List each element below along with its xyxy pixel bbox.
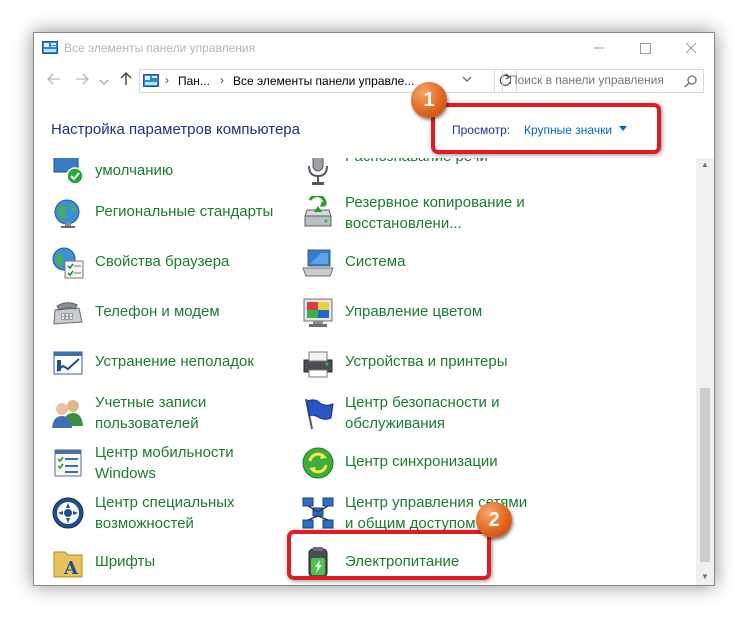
item-label: Региональные стандарты — [95, 203, 274, 220]
items-list: умолчанию Региональные стандарты Свойств… — [34, 158, 696, 585]
highlight-power-options — [287, 530, 491, 580]
phone-modem-icon — [53, 302, 83, 325]
ease-of-access-icon — [52, 497, 84, 529]
troubleshooting-icon — [53, 351, 83, 375]
recent-locations-button[interactable] — [96, 74, 112, 92]
item-label: Свойства браузера — [95, 253, 230, 270]
arrow-right-icon — [76, 73, 89, 85]
scroll-down-icon[interactable]: ▼ — [700, 572, 710, 581]
breadcrumb-separator-icon[interactable]: › — [220, 73, 224, 87]
title-bar[interactable]: Все элементы панели управления — [34, 33, 714, 63]
devices-printers-icon — [303, 351, 333, 378]
speech-recognition-icon — [308, 158, 328, 185]
sync-center-icon — [302, 447, 334, 479]
network-sharing-icon — [302, 497, 334, 529]
svg-text:A: A — [63, 558, 79, 579]
back-button[interactable] — [46, 72, 62, 91]
item-label: Центр синхронизации — [345, 453, 498, 470]
breadcrumb-separator-icon[interactable]: › — [165, 73, 169, 87]
mobility-center-icon — [54, 449, 82, 477]
color-management-icon — [303, 298, 333, 327]
item-label: Устранение неполадок — [95, 353, 254, 370]
item-label: пользователей — [95, 415, 199, 432]
maximize-icon — [640, 43, 651, 54]
search-icon — [684, 75, 697, 88]
up-button[interactable] — [118, 72, 134, 91]
control-panel-icon — [42, 41, 58, 54]
step-badge-2: 2 — [476, 502, 512, 538]
item-label: Управление цветом — [345, 303, 483, 320]
search-box[interactable] — [502, 69, 704, 93]
item-label: Система — [345, 253, 406, 270]
item-label: Windows — [95, 465, 156, 482]
item-label: возможностей — [95, 515, 194, 532]
chevron-down-icon — [99, 79, 109, 85]
item-label: Центр мобильности — [95, 444, 234, 461]
item-label: Резервное копирование и — [345, 194, 525, 211]
item-label: Устройства и принтеры — [345, 353, 508, 370]
scroll-up-icon[interactable]: ▲ — [700, 160, 710, 169]
scrollbar-thumb[interactable] — [700, 388, 710, 562]
item-label: восстановлени... — [345, 215, 462, 232]
step-badge-1: 1 — [411, 82, 447, 118]
close-button[interactable] — [668, 33, 714, 63]
chevron-down-icon — [462, 76, 472, 82]
arrow-up-icon — [120, 72, 132, 85]
backup-restore-icon — [304, 196, 332, 227]
system-icon — [302, 249, 334, 277]
item-label: Центр безопасности и — [345, 394, 500, 411]
fonts-icon: A — [53, 551, 83, 579]
item-label: обслуживания — [345, 415, 446, 432]
default-programs-icon — [53, 158, 84, 185]
internet-options-icon — [52, 247, 84, 279]
forward-button[interactable] — [74, 72, 90, 91]
item-label: Распознавание речи — [345, 158, 488, 167]
maximize-button[interactable] — [622, 33, 668, 63]
breadcrumb-all-items[interactable]: Все элементы панели управле... — [233, 74, 414, 88]
breadcrumb-control-panel[interactable]: Пан... — [178, 74, 210, 88]
minimize-button[interactable] — [576, 33, 622, 63]
item-label: умолчанию — [95, 162, 174, 179]
search-input[interactable] — [503, 70, 695, 90]
item-label: Телефон и модем — [95, 303, 220, 320]
window-title: Все элементы панели управления — [64, 41, 256, 55]
control-panel-icon — [143, 74, 159, 87]
region-globe-icon — [54, 199, 80, 228]
item-label: Учетные записи — [95, 394, 207, 411]
vertical-scrollbar[interactable]: ▲ ▼ — [696, 158, 714, 585]
navigation-bar: › Пан... › Все элементы панели управле..… — [34, 64, 714, 96]
minimize-icon — [594, 47, 604, 49]
address-dropdown-button[interactable] — [462, 74, 472, 87]
security-maintenance-icon — [305, 398, 334, 430]
page-title: Настройка параметров компьютера — [51, 121, 300, 138]
highlight-view-by — [431, 103, 661, 154]
item-label: Шрифты — [95, 553, 156, 570]
close-icon — [685, 42, 697, 54]
item-label: Центр специальных — [95, 494, 235, 511]
arrow-left-icon — [47, 73, 60, 85]
user-accounts-icon — [52, 400, 83, 428]
